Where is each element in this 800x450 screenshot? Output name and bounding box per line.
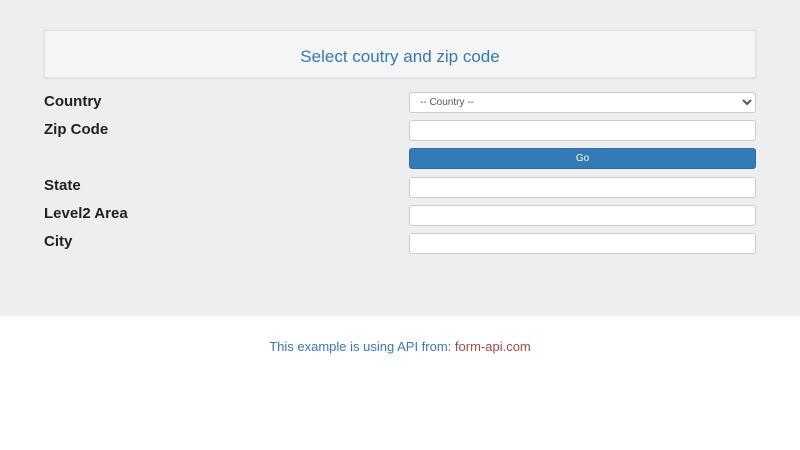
city-input[interactable] (409, 233, 756, 254)
state-label: State (44, 177, 81, 194)
level2-area-input[interactable] (409, 205, 756, 226)
level2-area-label: Level2 Area (44, 205, 128, 222)
footer-note: This example is using API from: form-api… (0, 339, 800, 354)
go-button[interactable]: Go (409, 148, 756, 169)
api-source-link[interactable]: form-api.com (455, 339, 531, 354)
zip-code-input[interactable] (409, 120, 756, 141)
footer-text: This example is using API from: (269, 339, 455, 354)
country-select[interactable]: -- Country -- (409, 92, 756, 113)
header-panel: Select coutry and zip code (44, 30, 756, 78)
state-input[interactable] (409, 177, 756, 198)
country-label: Country (44, 93, 102, 110)
city-label: City (44, 233, 73, 250)
zip-code-label: Zip Code (44, 121, 109, 138)
page-title: Select coutry and zip code (300, 47, 500, 66)
